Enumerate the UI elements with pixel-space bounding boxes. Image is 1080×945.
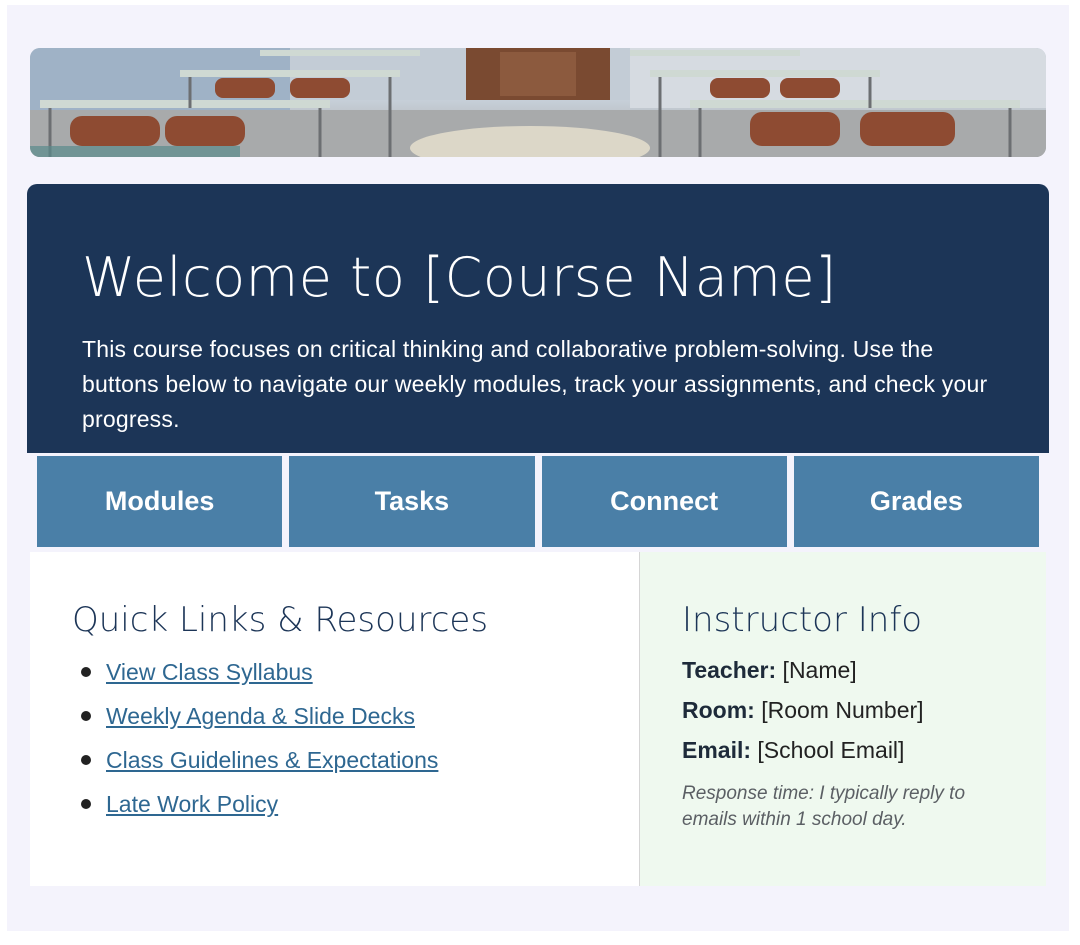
class-guidelines-link[interactable]: Class Guidelines & Expectations bbox=[106, 747, 438, 773]
quick-links-list: View Class Syllabus Weekly Agenda & Slid… bbox=[72, 657, 639, 833]
weekly-agenda-link[interactable]: Weekly Agenda & Slide Decks bbox=[106, 703, 415, 729]
tasks-button[interactable]: Tasks bbox=[289, 456, 535, 547]
page-title: Welcome to [Course Name] bbox=[82, 246, 837, 309]
response-time-note: Response time: I typically reply to emai… bbox=[682, 783, 966, 830]
room-value: [Room Number] bbox=[754, 697, 924, 723]
list-item: View Class Syllabus bbox=[72, 657, 639, 701]
modules-button[interactable]: Modules bbox=[37, 456, 283, 547]
teacher-value: [Name] bbox=[776, 657, 857, 683]
teacher-label: Teacher: bbox=[682, 657, 777, 683]
syllabus-link[interactable]: View Class Syllabus bbox=[106, 659, 313, 685]
email-label: Email: bbox=[682, 737, 752, 763]
email-line: Email: [School Email] bbox=[682, 735, 1016, 765]
room-label: Room: bbox=[682, 697, 755, 723]
instructor-info-title: Instructor Info bbox=[682, 600, 923, 640]
classroom-photo-icon bbox=[30, 48, 1046, 157]
list-item: Weekly Agenda & Slide Decks bbox=[72, 701, 639, 745]
quick-links-panel: Quick Links & Resources View Class Sylla… bbox=[30, 552, 640, 886]
bullet-icon bbox=[81, 799, 91, 809]
quick-links-title: Quick Links & Resources bbox=[72, 600, 489, 640]
bullet-icon bbox=[81, 711, 91, 721]
list-item: Late Work Policy bbox=[72, 789, 639, 833]
welcome-hero: Welcome to [Course Name] This course foc… bbox=[27, 184, 1049, 453]
page-background: Welcome to [Course Name] This course foc… bbox=[7, 5, 1069, 931]
email-value: [School Email] bbox=[751, 737, 905, 763]
room-line: Room: [Room Number] bbox=[682, 695, 1016, 725]
course-description: This course focuses on critical thinking… bbox=[82, 336, 988, 432]
instructor-info-panel: Instructor Info Teacher: [Name] Room: [R… bbox=[640, 552, 1046, 886]
content-area: Quick Links & Resources View Class Sylla… bbox=[30, 552, 1046, 886]
banner-image bbox=[30, 48, 1046, 157]
course-nav: Modules Tasks Connect Grades bbox=[37, 456, 1039, 547]
teacher-line: Teacher: [Name] bbox=[682, 655, 1016, 685]
connect-button[interactable]: Connect bbox=[541, 456, 787, 547]
bullet-icon bbox=[81, 755, 91, 765]
list-item: Class Guidelines & Expectations bbox=[72, 745, 639, 789]
grades-button[interactable]: Grades bbox=[793, 456, 1039, 547]
late-work-policy-link[interactable]: Late Work Policy bbox=[106, 791, 278, 817]
bullet-icon bbox=[81, 667, 91, 677]
